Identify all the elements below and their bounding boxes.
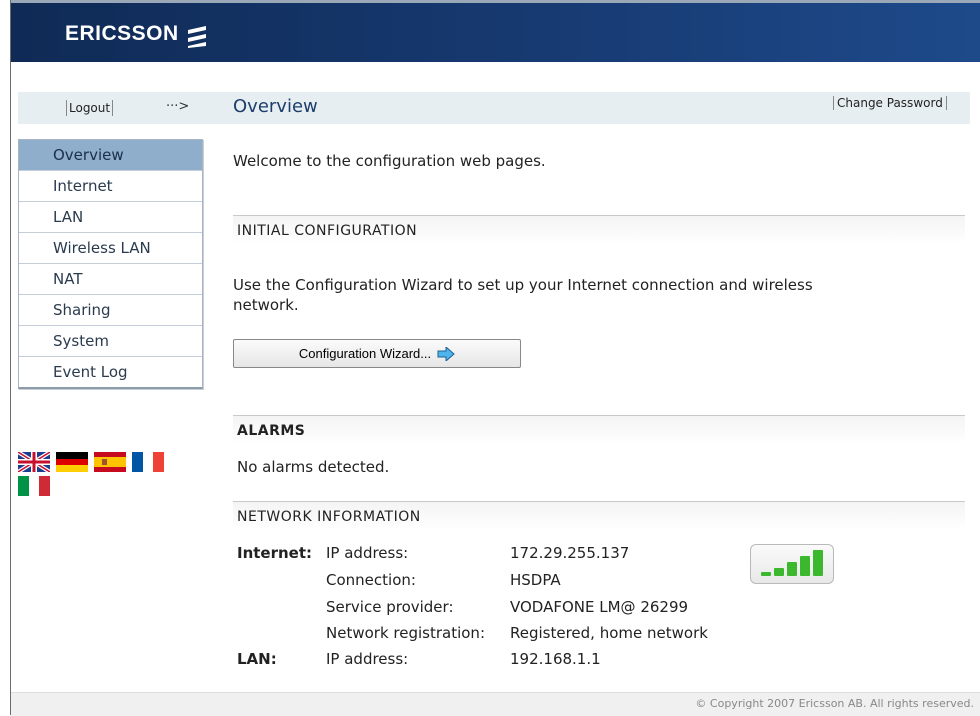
lan-ip-value: 192.168.1.1 xyxy=(510,650,601,668)
signal-bars xyxy=(761,550,823,576)
sidebar-nav: Overview Internet LAN Wireless LAN NAT S… xyxy=(18,139,203,389)
connection-key: Connection: xyxy=(326,571,416,589)
sidebar-item-overview[interactable]: Overview xyxy=(19,140,202,171)
sidebar-item-system[interactable]: System xyxy=(19,326,202,357)
spanish-flag[interactable] xyxy=(94,452,126,472)
toolbar xyxy=(18,92,970,124)
window-border xyxy=(0,0,11,715)
german-flag[interactable] xyxy=(56,452,88,472)
logout-button[interactable]: Logout xyxy=(66,100,114,116)
service-provider-value: VODAFONE LM@ 26299 xyxy=(510,598,689,616)
sidebar-item-lan[interactable]: LAN xyxy=(19,202,202,233)
alarms-heading: ALARMS xyxy=(237,423,306,439)
arrow-icon: ···> xyxy=(166,99,190,114)
service-provider-key: Service provider: xyxy=(326,598,454,616)
lan-ip-key: IP address: xyxy=(326,650,409,668)
wizard-description: Use the Configuration Wizard to set up y… xyxy=(233,276,813,294)
network-information-heading: NETWORK INFORMATION xyxy=(237,509,421,525)
page-title: Overview xyxy=(233,96,318,117)
arrow-right-icon xyxy=(437,346,455,361)
wizard-button-label: Configuration Wizard... xyxy=(298,346,432,361)
signal-strength-icon xyxy=(750,544,834,584)
internet-ip-key: IP address: xyxy=(326,544,409,562)
header-bar: ERICSSON xyxy=(11,0,980,62)
copyright-text: © Copyright 2007 Ericsson AB. All rights… xyxy=(695,697,974,710)
signal-bar xyxy=(774,568,784,576)
internet-label: Internet: xyxy=(237,544,313,562)
signal-bar xyxy=(787,562,797,576)
configuration-wizard-button[interactable]: Configuration Wizard... xyxy=(233,339,521,368)
ericsson-logo-text: ERICSSON xyxy=(65,22,179,45)
signal-bar xyxy=(800,556,810,576)
network-registration-key: Network registration: xyxy=(326,624,485,642)
internet-ip-value: 172.29.255.137 xyxy=(510,544,630,562)
footer: © Copyright 2007 Ericsson AB. All rights… xyxy=(11,692,980,716)
sidebar-item-internet[interactable]: Internet xyxy=(19,171,202,202)
network-registration-value: Registered, home network xyxy=(510,624,708,642)
sidebar-item-nat[interactable]: NAT xyxy=(19,264,202,295)
connection-value: HSDPA xyxy=(510,571,561,589)
french-flag[interactable] xyxy=(132,452,164,472)
lan-label: LAN: xyxy=(237,650,277,668)
sidebar-item-event-log[interactable]: Event Log xyxy=(19,357,202,387)
change-password-button[interactable]: Change Password xyxy=(833,96,947,110)
welcome-text: Welcome to the configuration web pages. xyxy=(233,152,546,170)
alarms-status: No alarms detected. xyxy=(237,458,390,476)
wizard-description-cont: network. xyxy=(233,296,299,314)
italian-flag[interactable] xyxy=(18,476,50,496)
english-flag[interactable] xyxy=(18,452,50,472)
initial-configuration-heading: INITIAL CONFIGURATION xyxy=(237,223,418,239)
section-header-bg xyxy=(233,416,965,444)
signal-bar xyxy=(813,550,823,576)
sidebar-item-sharing[interactable]: Sharing xyxy=(19,295,202,326)
ericsson-logo-icon xyxy=(188,26,206,48)
signal-bar xyxy=(761,572,771,576)
sidebar-item-wireless-lan[interactable]: Wireless LAN xyxy=(19,233,202,264)
